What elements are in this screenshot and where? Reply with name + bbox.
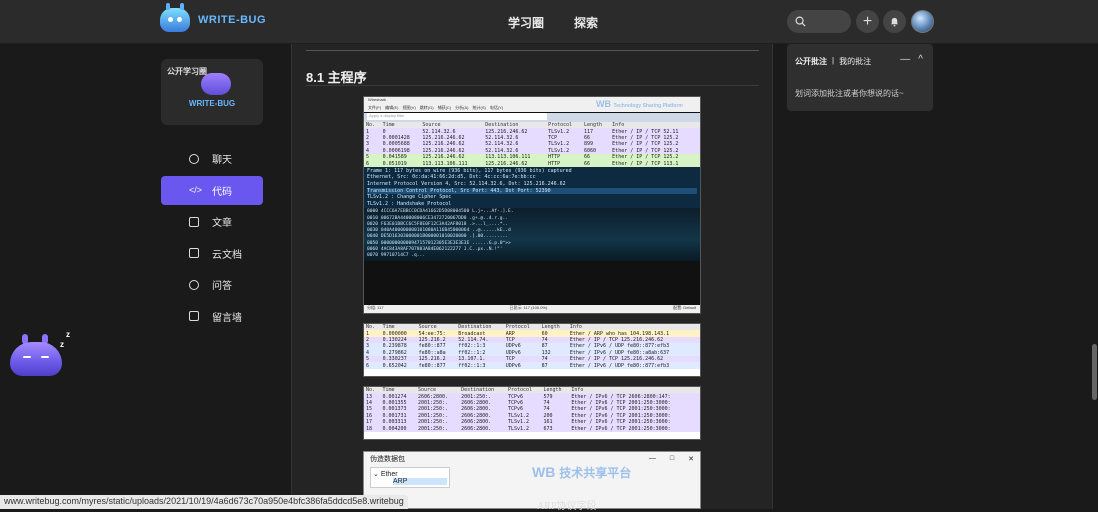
- bell-icon: [890, 17, 899, 27]
- code-icon: </>: [189, 184, 203, 195]
- top-nav: 学习圈 探索: [508, 14, 598, 31]
- table-cell: Ether / IPv6 / TCP 2001:250:3000:: [571, 425, 671, 432]
- circle-card[interactable]: 公开学习圈 WRITE-BUG: [161, 59, 263, 125]
- tree-node-ether[interactable]: ⌄ Ether: [373, 470, 447, 478]
- mascot-logo-icon: [160, 3, 190, 32]
- detail-line: Frame 1: 117 bytes on wire (936 bits), 1…: [367, 167, 572, 174]
- table-row[interactable]: 18 0.004200 2001:250:. 2606:2800. TLSv1.2 673…: [364, 425, 700, 432]
- sidebar-item-chat[interactable]: 聊天: [161, 144, 263, 173]
- brand-name: WRITE-BUG: [198, 14, 267, 26]
- tab-separator: |: [832, 56, 835, 65]
- tab-my-annotations[interactable]: 我的批注: [839, 56, 871, 67]
- sidebar-menu: 聊天 </> 代码 文章 云文档 问答 留言墙: [161, 144, 263, 333]
- close-icon[interactable]: ✕: [688, 455, 694, 463]
- tab-public-annotations[interactable]: 公开批注: [795, 56, 827, 67]
- edit-icon: [189, 311, 199, 321]
- table-cell: 87: [541, 362, 548, 369]
- page-scrollbar[interactable]: [1092, 344, 1097, 400]
- maximize-icon[interactable]: □: [670, 455, 674, 463]
- collapse-icon[interactable]: —: [900, 54, 910, 65]
- annotation-hint: 划词添加批注或者你想说的话~: [795, 89, 904, 98]
- watermark-logo: WB 技术共享平台: [532, 464, 632, 480]
- search-icon: [795, 16, 806, 27]
- table-row[interactable]: 6 0.652042 fe80::877 ff02::1:3 UDPv6 87 Ether …: [364, 362, 700, 369]
- plus-icon: +: [862, 12, 873, 30]
- packet-list: No. Time Source Destination Protocol Length In…: [364, 387, 700, 432]
- table-cell: UDPv6: [505, 362, 521, 369]
- detail-line: Transmission Control Protocol, Src Port:…: [367, 187, 697, 195]
- nav-explore[interactable]: 探索: [574, 14, 598, 31]
- table-cell: 6: [366, 362, 370, 369]
- table-cell: 2001:250:.: [417, 425, 449, 432]
- watermark-logo: WB Technology Sharing Platform: [596, 99, 683, 109]
- filter-input: Apply a display filter: [367, 113, 547, 120]
- article-content: 8.1 主程序 Wireshark 文件(F) 编辑(E) 视图(V) 跳转(G) 捕获…: [291, 44, 773, 509]
- panel-controls: — ^: [900, 54, 923, 65]
- add-button[interactable]: +: [856, 10, 879, 33]
- mascot-icon: [201, 73, 231, 95]
- divider: [306, 85, 759, 86]
- chat-icon: [189, 153, 199, 164]
- wireshark-screenshot: Wireshark 文件(F) 编辑(E) 视图(V) 跳转(G) 捕获(C) 分析(A)…: [363, 96, 701, 314]
- detail-line: Internet Protocol Version 4, Src: 52.114…: [367, 180, 566, 187]
- arp-capture-table: No. Time Source Destination Protocol Length In…: [363, 323, 701, 377]
- public-circle-badge: 公开学习圈: [167, 67, 207, 76]
- divider: [306, 50, 759, 51]
- table-cell: 0.652042: [382, 362, 407, 369]
- wireshark-statusbar: 分组: 117 已显示: 117 (100.0%) 配置: Default: [364, 305, 700, 313]
- user-avatar[interactable]: [911, 10, 934, 33]
- protocol-tree: ⌄ Ether ARP: [370, 467, 450, 488]
- circle-brand: WRITE-BUG: [188, 99, 236, 108]
- forge-title: 伪造数据包: [370, 455, 405, 463]
- folder-icon: [189, 248, 199, 258]
- detail-line: TLSv1.2 : Handshake Protocol: [367, 200, 452, 207]
- tcpv6-capture-table: No. Time Source Destination Protocol Length In…: [363, 386, 701, 440]
- tree-node-arp[interactable]: ARP: [393, 478, 447, 485]
- nav-learning-circle[interactable]: 学习圈: [508, 14, 544, 31]
- sidebar-item-message-wall[interactable]: 留言墙: [161, 302, 263, 331]
- table-cell: 0.004200: [382, 425, 407, 432]
- forge-packet-window: 伪造数据包 — □ ✕ ⌄ Ether ARP WB 技术共享平台: [363, 451, 701, 509]
- floating-mascot-icon[interactable]: zz: [10, 330, 70, 376]
- table-cell: 673: [543, 425, 553, 432]
- annotation-panel: 公开批注 | 我的批注 — ^ 划词添加批注或者你想说的话~: [787, 44, 933, 111]
- minimize-icon[interactable]: —: [649, 455, 656, 463]
- detail-line: TLSv1.2 : Change Cipher Spec: [367, 194, 452, 201]
- sidebar-item-cloud-docs[interactable]: 云文档: [161, 239, 263, 268]
- packet-list: No. Time Source Destination Protocol Length In…: [364, 122, 700, 167]
- search-input[interactable]: [787, 10, 851, 33]
- table-cell: ff02::1:3: [458, 362, 486, 369]
- figure-caption: ARP协议字段: [537, 501, 597, 512]
- site-logo[interactable]: WRITE-BUG: [160, 3, 267, 32]
- table-cell: 18: [366, 425, 373, 432]
- sidebar-item-code[interactable]: </> 代码: [161, 175, 263, 205]
- article-icon: [189, 216, 199, 227]
- annotation-tabs: 公开批注 | 我的批注: [795, 56, 871, 67]
- packet-list: No. Time Source Destination Protocol Length In…: [364, 324, 700, 369]
- filter-bar: Apply a display filter: [364, 113, 700, 122]
- sidebar-item-article[interactable]: 文章: [161, 207, 263, 236]
- sidebar-item-qa[interactable]: 问答: [161, 270, 263, 299]
- table-cell: TLSv1.2: [507, 425, 530, 432]
- packet-bytes: 0000 4CCC6A7EBBCC0CDA41662D5D08004500 L.…: [364, 208, 700, 261]
- notification-button[interactable]: [883, 10, 906, 33]
- status-url: www.writebug.com/myres/static/uploads/20…: [0, 495, 408, 509]
- table-cell: Ether / IPv6 / UDP fe80::877:efb3: [569, 362, 670, 369]
- table-cell: 2606:2800.: [461, 425, 492, 432]
- question-icon: [189, 279, 199, 290]
- top-bar: WRITE-BUG 学习圈 探索 +: [0, 0, 1098, 44]
- detail-line: Ethernet, Src: 0c:da:41:66:2d:d5, Dst: 4…: [367, 174, 536, 181]
- chevron-up-icon[interactable]: ^: [918, 54, 923, 65]
- section-title: 8.1 主程序: [306, 70, 367, 85]
- packet-details: Frame 1: 117 bytes on wire (936 bits), 1…: [364, 166, 700, 209]
- table-cell: fe80::877: [418, 362, 446, 369]
